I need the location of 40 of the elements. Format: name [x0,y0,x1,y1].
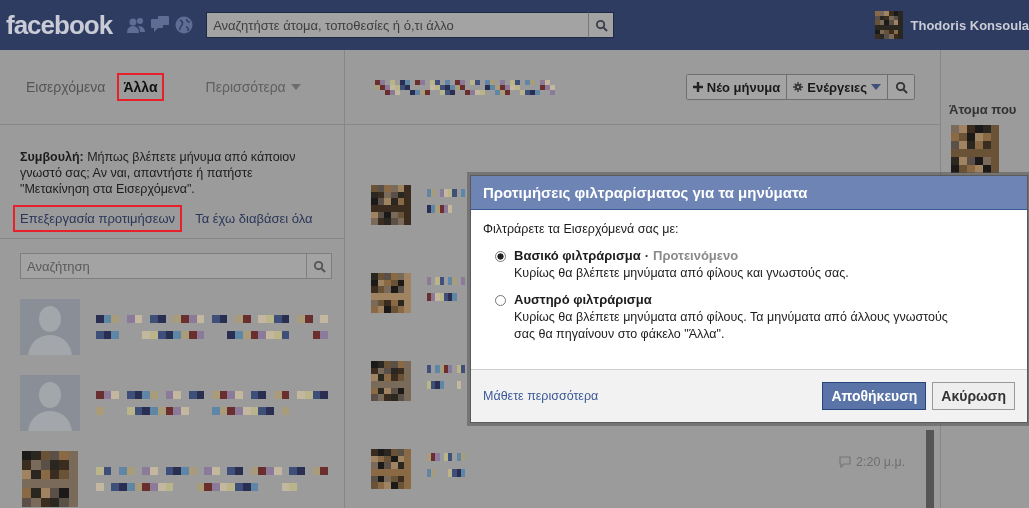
option-description: Κυρίως θα βλέπετε μηνύματα από φίλους. Τα μηνύματα από άλλους γνωστούς σας θα πηγαίνουν στο φάκελο "Άλλα". [514,309,949,343]
cancel-button[interactable]: Ακύρωση [932,382,1015,410]
messages-icon[interactable] [150,15,171,35]
caret-icon [871,84,881,90]
plus-icon [692,82,703,92]
prompt-text: Φιλτράρετε τα Εισερχόμενά σας με: [483,222,680,236]
tip-text: Συμβουλή: Μήπως βλέπετε μήνυμα από κάποιον γνωστό σας; Αν ναι, απαντήστε ή πατήστε "Μετακίνηση στα Εισερχόμενα". [20,149,297,197]
search-icon [312,259,326,273]
dialog-title: Προτιμήσεις φιλτραρίσματος για τα μηνύματα [471,176,1027,210]
search-icon [594,18,608,32]
caret-icon [290,84,301,90]
user-name[interactable]: Thodoris Konsoula [910,17,1029,33]
actions-button[interactable]: Ενέργειες [787,75,888,99]
new-message-button[interactable]: Νέο μήνυμα [686,75,788,99]
search-field[interactable]: Αναζήτηση [20,253,306,279]
save-button[interactable]: Αποθήκευση [822,382,927,410]
search-button[interactable] [588,12,615,38]
option-description: Κυρίως θα βλέπετε μηνύματα από φίλους και γνωστούς σας. [514,265,849,282]
search-icon [894,80,908,94]
scrollbar[interactable] [926,430,934,508]
learn-more-link[interactable]: Μάθετε περισσότερα [483,389,599,403]
option-label[interactable]: Βασικό φιλτράρισμα [514,248,641,263]
gear-icon [793,82,804,92]
radio-button[interactable] [495,251,506,262]
friends-icon[interactable] [126,15,147,35]
avatar-silhouette-icon [20,375,80,431]
globe-icon[interactable] [174,15,195,35]
link[interactable]: Τα έχω διαβάσει όλα [188,205,320,232]
folder-tab[interactable]: Άλλα [117,73,164,101]
logo[interactable]: facebook [6,9,113,41]
avatar-silhouette-icon [20,299,80,355]
recommended-tag: Προτεινόμενο [653,248,739,263]
link[interactable]: Επεξεργασία προτιμήσεων [13,205,183,232]
search-button[interactable] [306,253,332,279]
section-heading: Άτομα που [949,102,1018,117]
search-field[interactable]: Αναζητήστε άτομα, τοποθεσίες ή ό,τι άλλο [206,12,589,38]
option-label[interactable]: Αυστηρό φιλτράρισμα [514,292,652,307]
comment-icon [839,456,851,468]
separator-dot: · [644,248,650,263]
search-button[interactable] [888,75,914,99]
